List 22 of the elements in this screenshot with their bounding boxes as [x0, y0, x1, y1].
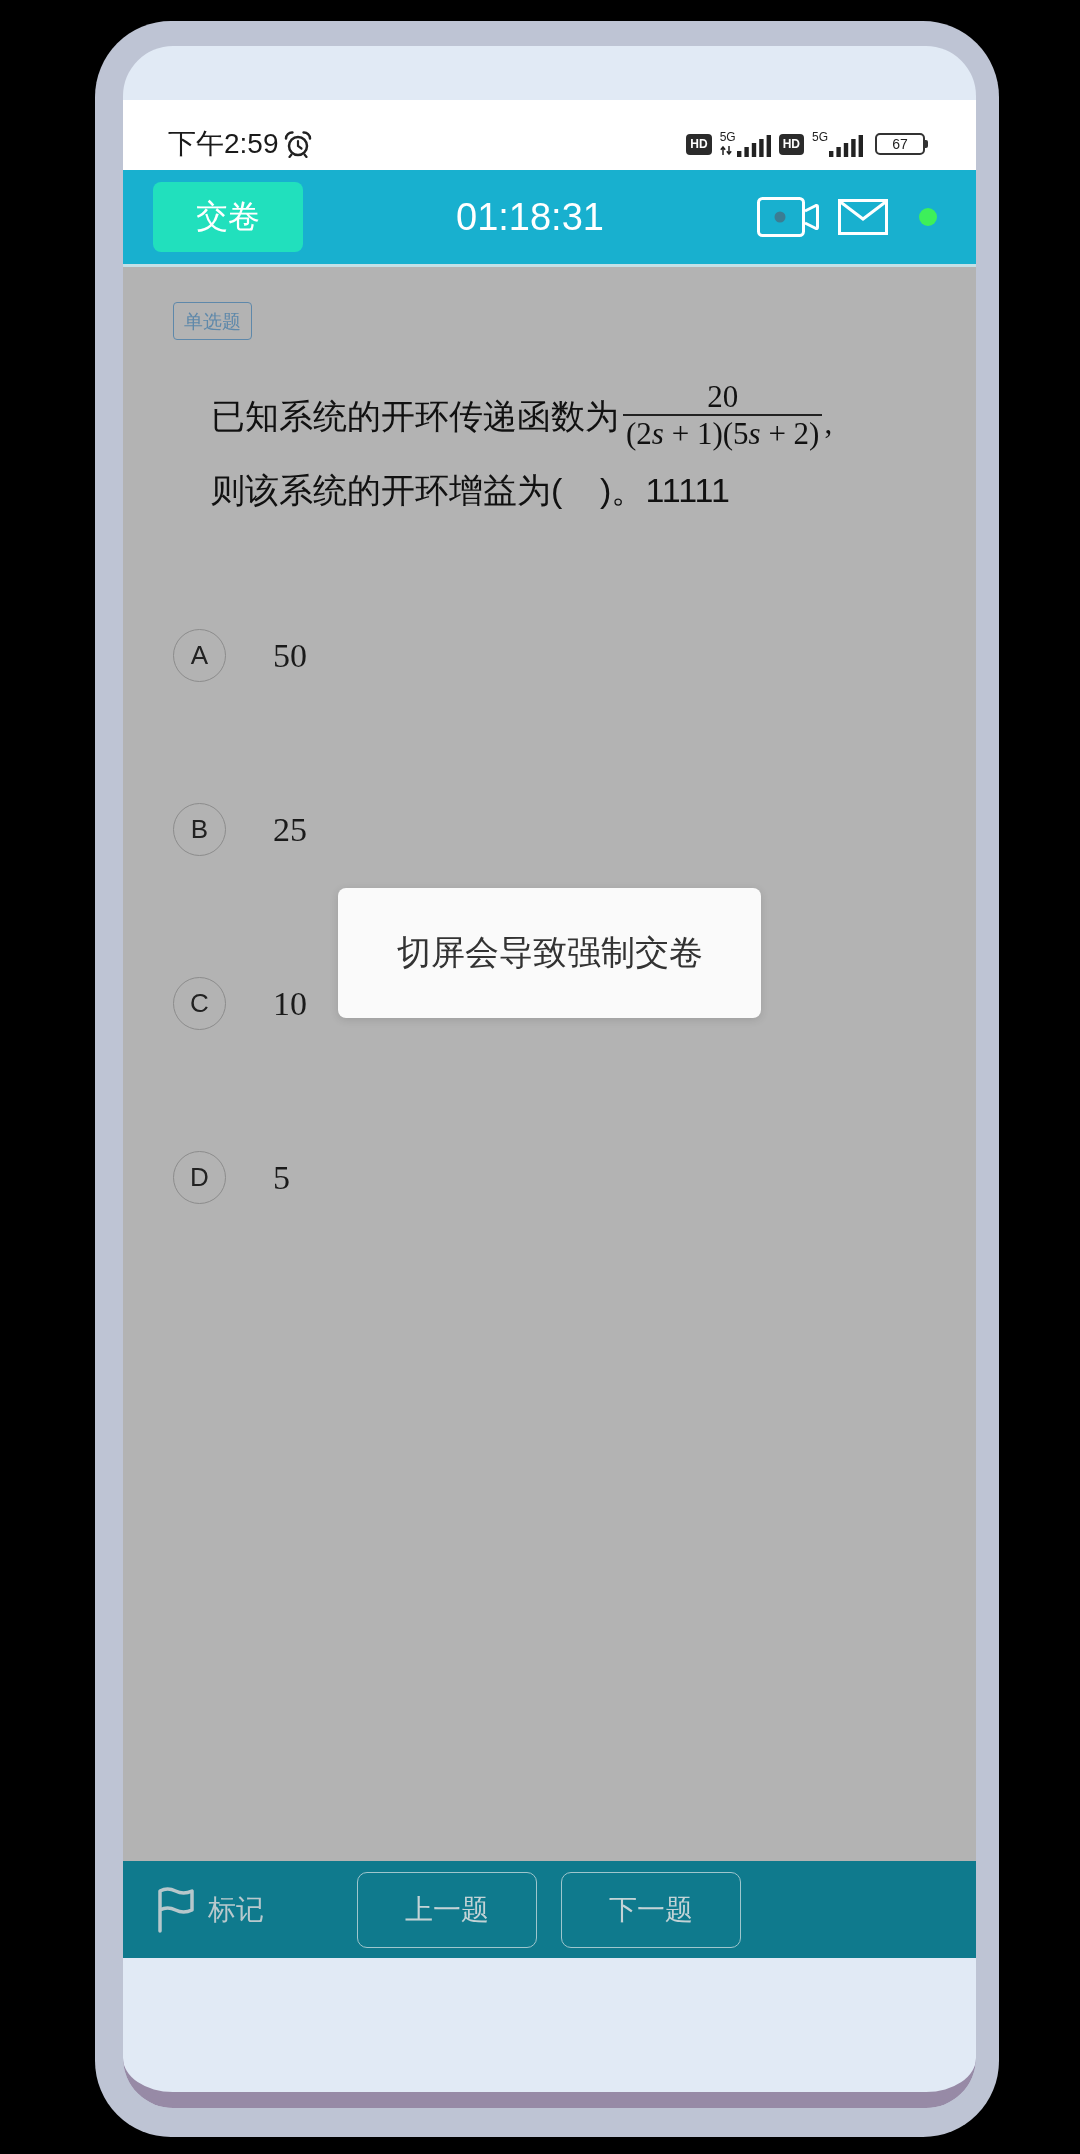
flag-icon	[155, 1886, 196, 1933]
status-time: 下午2:59	[168, 127, 279, 161]
alarm-clock-icon	[283, 130, 312, 158]
video-camera-icon[interactable]	[757, 197, 819, 237]
question-text: 已知系统的开环传递函数为	[211, 396, 619, 436]
battery-indicator: 67	[875, 133, 928, 155]
signal-bars-icon	[736, 135, 771, 157]
question-type-tag: 单选题	[173, 302, 252, 340]
hd-badge: HD	[686, 133, 712, 155]
option-text: 50	[273, 636, 307, 675]
network-type-label: 5G	[719, 131, 736, 144]
toast-message: 切屏会导致强制交卷	[338, 888, 761, 1018]
countdown-timer: 01:18:31	[456, 195, 604, 239]
option-text: 10	[273, 984, 307, 1023]
hd-badge: HD	[778, 133, 804, 155]
question-text: 则该系统的开环增益为( )。11111	[211, 470, 730, 510]
network-type-label: 5G	[812, 131, 828, 144]
option-text: 5	[273, 1158, 290, 1197]
mail-icon[interactable]	[838, 199, 888, 235]
status-dot-icon	[919, 208, 937, 226]
math-formula: 20 (2s + 1)(5s + 2) ,	[623, 380, 833, 452]
option-text: 25	[273, 810, 307, 849]
